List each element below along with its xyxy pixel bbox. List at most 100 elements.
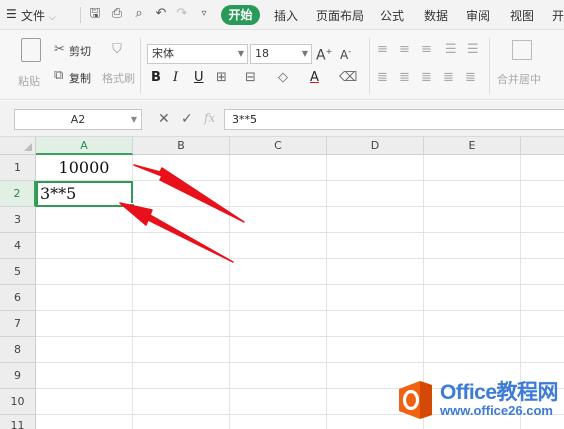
chevron-down-icon: ▼ xyxy=(301,49,308,58)
tab-developer[interactable]: 开 xyxy=(552,7,564,24)
row-header-2[interactable]: 2 xyxy=(0,181,36,207)
align-right-icon[interactable]: ≣ xyxy=(421,70,432,86)
name-box-value: A2 xyxy=(70,113,86,126)
tab-data[interactable]: 数据 xyxy=(424,7,448,24)
font-name-select[interactable]: 宋体 ▼ xyxy=(147,44,248,64)
decrease-indent-icon[interactable]: ☰ xyxy=(445,42,457,58)
paste-icon[interactable] xyxy=(21,38,41,62)
gridline xyxy=(326,155,327,429)
cell-a1[interactable]: 10000 xyxy=(36,155,132,181)
row-header-10[interactable]: 10 xyxy=(0,389,36,415)
divider xyxy=(80,7,81,23)
watermark-url: www.office26.com xyxy=(440,403,553,418)
row-header-11[interactable]: 11 xyxy=(0,415,36,429)
formula-input[interactable]: 3**5 xyxy=(224,109,564,130)
borders-icon[interactable]: ⊞ xyxy=(216,70,227,86)
gridline xyxy=(36,284,564,285)
ribbon-toolbar: 粘贴 ✂ 剪切 ⧉ 复制 ⛉ 格式刷 宋体 ▼ 18 ▼ A+ A- B I U ⊞… xyxy=(0,30,564,100)
font-color-button[interactable]: A xyxy=(310,70,319,86)
gridline xyxy=(36,362,564,363)
row-header-8[interactable]: 8 xyxy=(0,337,36,363)
print-icon[interactable]: ⎙ xyxy=(109,6,125,22)
font-size-value: 18 xyxy=(255,47,269,60)
watermark: Office教程网 www.office26.com xyxy=(396,373,564,423)
column-header-c[interactable]: C xyxy=(230,137,327,155)
paste-button[interactable]: 粘贴 xyxy=(18,73,40,89)
bold-button[interactable]: B xyxy=(151,70,161,86)
copy-button[interactable]: 复制 xyxy=(69,70,91,86)
row-header-9[interactable]: 9 xyxy=(0,363,36,389)
underline-button[interactable]: U xyxy=(194,70,204,86)
redo-icon[interactable]: ↷ xyxy=(174,6,190,22)
office-logo-icon xyxy=(399,381,432,419)
cancel-icon[interactable]: ✕ xyxy=(158,111,170,127)
decrease-font-size-icon[interactable]: A- xyxy=(340,44,351,63)
cell-a2-selected[interactable]: 3**5 xyxy=(36,181,133,207)
font-size-select[interactable]: 18 ▼ xyxy=(250,44,312,64)
insert-function-button[interactable]: fx xyxy=(204,111,215,125)
row-header-5[interactable]: 5 xyxy=(0,259,36,285)
clear-format-icon[interactable]: ⌫ xyxy=(339,70,357,86)
column-header-e[interactable]: E xyxy=(424,137,521,155)
merge-center-icon[interactable] xyxy=(512,40,532,60)
customize-dropdown-icon[interactable]: ▿ xyxy=(196,6,212,22)
divider xyxy=(369,38,370,94)
align-left-icon[interactable]: ≣ xyxy=(377,70,388,86)
divider xyxy=(489,38,490,94)
gridline xyxy=(36,232,564,233)
fill-color-icon[interactable]: ◇ xyxy=(278,70,288,86)
watermark-title: Office教程网 xyxy=(440,381,559,404)
formula-bar: A2 ▼ ✕ ✓ fx 3**5 xyxy=(0,101,564,137)
format-painter-button[interactable]: 格式刷 xyxy=(102,70,135,86)
row-header-4[interactable]: 4 xyxy=(0,233,36,259)
chevron-down-icon: ▼ xyxy=(130,115,137,124)
format-painter-icon[interactable]: ⛉ xyxy=(108,42,126,58)
tab-page-layout[interactable]: 页面布局 xyxy=(316,7,364,24)
copy-icon[interactable]: ⧉ xyxy=(54,68,63,84)
chevron-down-icon: ▼ xyxy=(237,49,244,58)
chevron-down-icon: ⌵ xyxy=(48,13,56,23)
hamburger-icon[interactable]: ☰ xyxy=(6,7,17,21)
divider xyxy=(140,38,141,94)
increase-font-size-icon[interactable]: A+ xyxy=(316,44,332,64)
gridline xyxy=(36,336,564,337)
select-all-button[interactable] xyxy=(0,137,36,155)
row-header-1[interactable]: 1 xyxy=(0,155,36,181)
distributed-icon[interactable]: ≣ xyxy=(465,70,476,86)
file-menu-label: 文件 xyxy=(21,9,46,23)
align-bottom-icon[interactable]: ≡ xyxy=(421,42,432,58)
scissors-icon[interactable]: ✂ xyxy=(54,42,65,58)
row-header-7[interactable]: 7 xyxy=(0,311,36,337)
name-box[interactable]: A2 ▼ xyxy=(14,109,142,130)
row-header-6[interactable]: 6 xyxy=(0,285,36,311)
undo-icon[interactable]: ↶ xyxy=(153,6,169,22)
tab-view[interactable]: 视图 xyxy=(510,7,534,24)
column-header-b[interactable]: B xyxy=(133,137,230,155)
merge-borders-icon[interactable]: ⊟ xyxy=(245,70,256,86)
tab-review[interactable]: 审阅 xyxy=(466,7,490,24)
file-menu[interactable]: 文件 ⌵ xyxy=(21,7,56,24)
tab-insert[interactable]: 插入 xyxy=(274,7,298,24)
tab-formulas[interactable]: 公式 xyxy=(380,7,404,24)
save-icon[interactable]: 🖫 xyxy=(87,6,103,22)
confirm-icon[interactable]: ✓ xyxy=(181,111,193,127)
column-header-a[interactable]: A xyxy=(36,137,133,155)
align-center-icon[interactable]: ≣ xyxy=(399,70,410,86)
italic-button[interactable]: I xyxy=(173,70,178,86)
increase-indent-icon[interactable]: ☰ xyxy=(467,42,479,58)
gridline xyxy=(229,155,230,429)
justify-icon[interactable]: ≣ xyxy=(443,70,454,86)
cut-button[interactable]: 剪切 xyxy=(69,43,91,59)
gridline xyxy=(36,258,564,259)
tab-home[interactable]: 开始 xyxy=(221,5,260,25)
font-name-value: 宋体 xyxy=(152,47,174,60)
fill-handle[interactable] xyxy=(129,203,135,209)
merge-center-button[interactable]: 合并居中 xyxy=(497,71,541,87)
column-header-blank[interactable] xyxy=(521,137,564,155)
align-middle-icon[interactable]: ≡ xyxy=(399,42,410,58)
align-top-icon[interactable]: ≡ xyxy=(377,42,388,58)
row-header-3[interactable]: 3 xyxy=(0,207,36,233)
print-preview-icon[interactable]: ⌕ xyxy=(131,6,147,22)
column-header-d[interactable]: D xyxy=(327,137,424,155)
menu-bar: ☰ 文件 ⌵ 🖫 ⎙ ⌕ ↶ ↷ ▿ 开始 插入 页面布局 公式 数据 审阅 视… xyxy=(0,0,564,30)
